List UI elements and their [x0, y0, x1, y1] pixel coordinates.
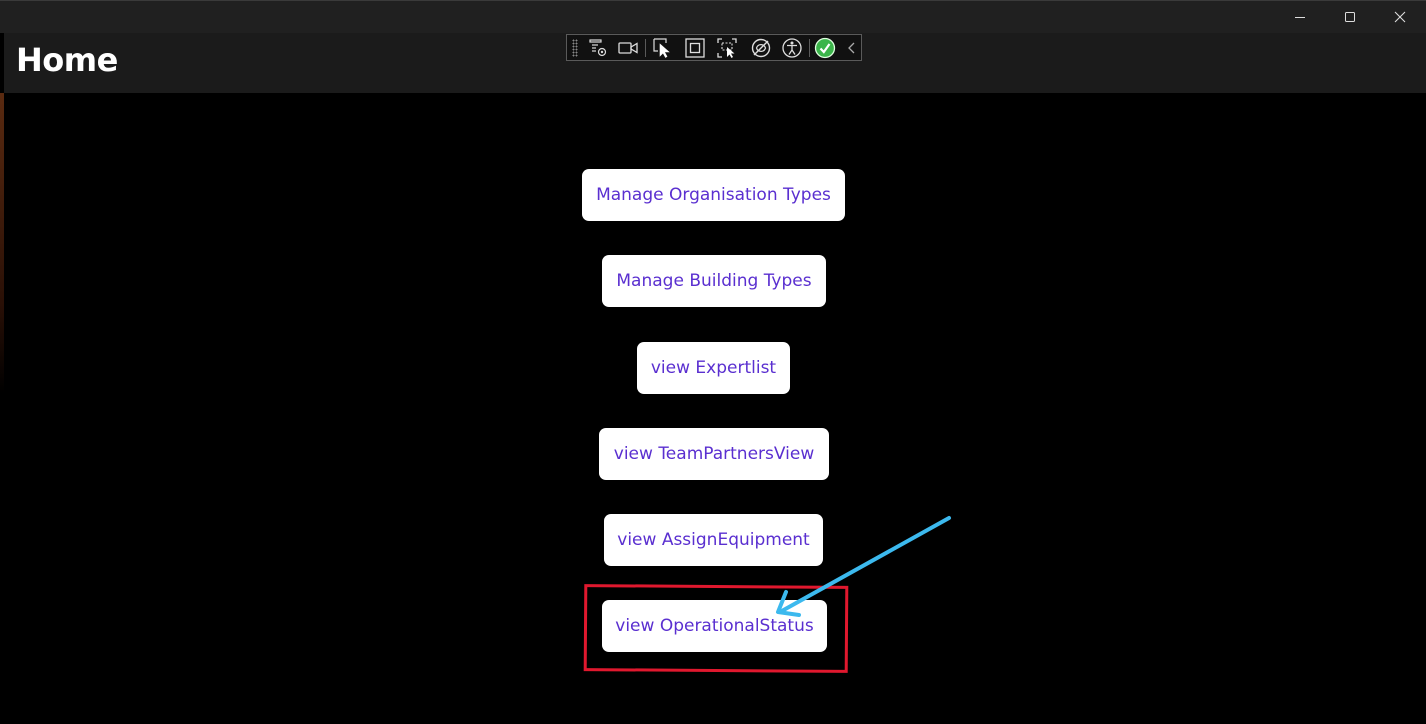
- view-assign-equipment-button[interactable]: view AssignEquipment: [604, 514, 823, 566]
- annotation-highlight-box: [583, 584, 849, 673]
- window-title-bar: [0, 0, 1426, 33]
- close-button[interactable]: [1377, 1, 1423, 33]
- minimize-icon: [1295, 17, 1305, 18]
- hot-reload-status-icon[interactable]: [814, 37, 836, 59]
- view-expertlist-button[interactable]: view Expertlist: [637, 342, 790, 394]
- manage-organisation-types-button[interactable]: Manage Organisation Types: [582, 169, 845, 221]
- binding-failures-icon[interactable]: [750, 37, 772, 59]
- page-title: Home: [16, 41, 118, 79]
- live-visual-tree-icon[interactable]: [587, 37, 609, 59]
- maximize-icon: [1345, 12, 1355, 22]
- close-icon: [1394, 11, 1406, 23]
- minimize-button[interactable]: [1277, 1, 1323, 33]
- xaml-debug-toolbar: [566, 34, 862, 61]
- display-layout-adorners-icon[interactable]: [684, 37, 706, 59]
- select-element-icon[interactable]: [652, 37, 674, 59]
- track-focus-icon[interactable]: [716, 37, 738, 59]
- maximize-button[interactable]: [1327, 1, 1373, 33]
- view-team-partners-view-button[interactable]: view TeamPartnersView: [599, 428, 829, 480]
- collapse-toolbar-icon[interactable]: [841, 37, 863, 59]
- toolbar-separator: [809, 39, 810, 57]
- accessibility-checker-icon[interactable]: [781, 37, 803, 59]
- toolbar-separator: [645, 39, 646, 57]
- manage-building-types-button[interactable]: Manage Building Types: [602, 255, 826, 307]
- record-icon[interactable]: [617, 37, 639, 59]
- window-edge-accent: [0, 93, 4, 393]
- toolbar-grip-handle[interactable]: [572, 39, 578, 57]
